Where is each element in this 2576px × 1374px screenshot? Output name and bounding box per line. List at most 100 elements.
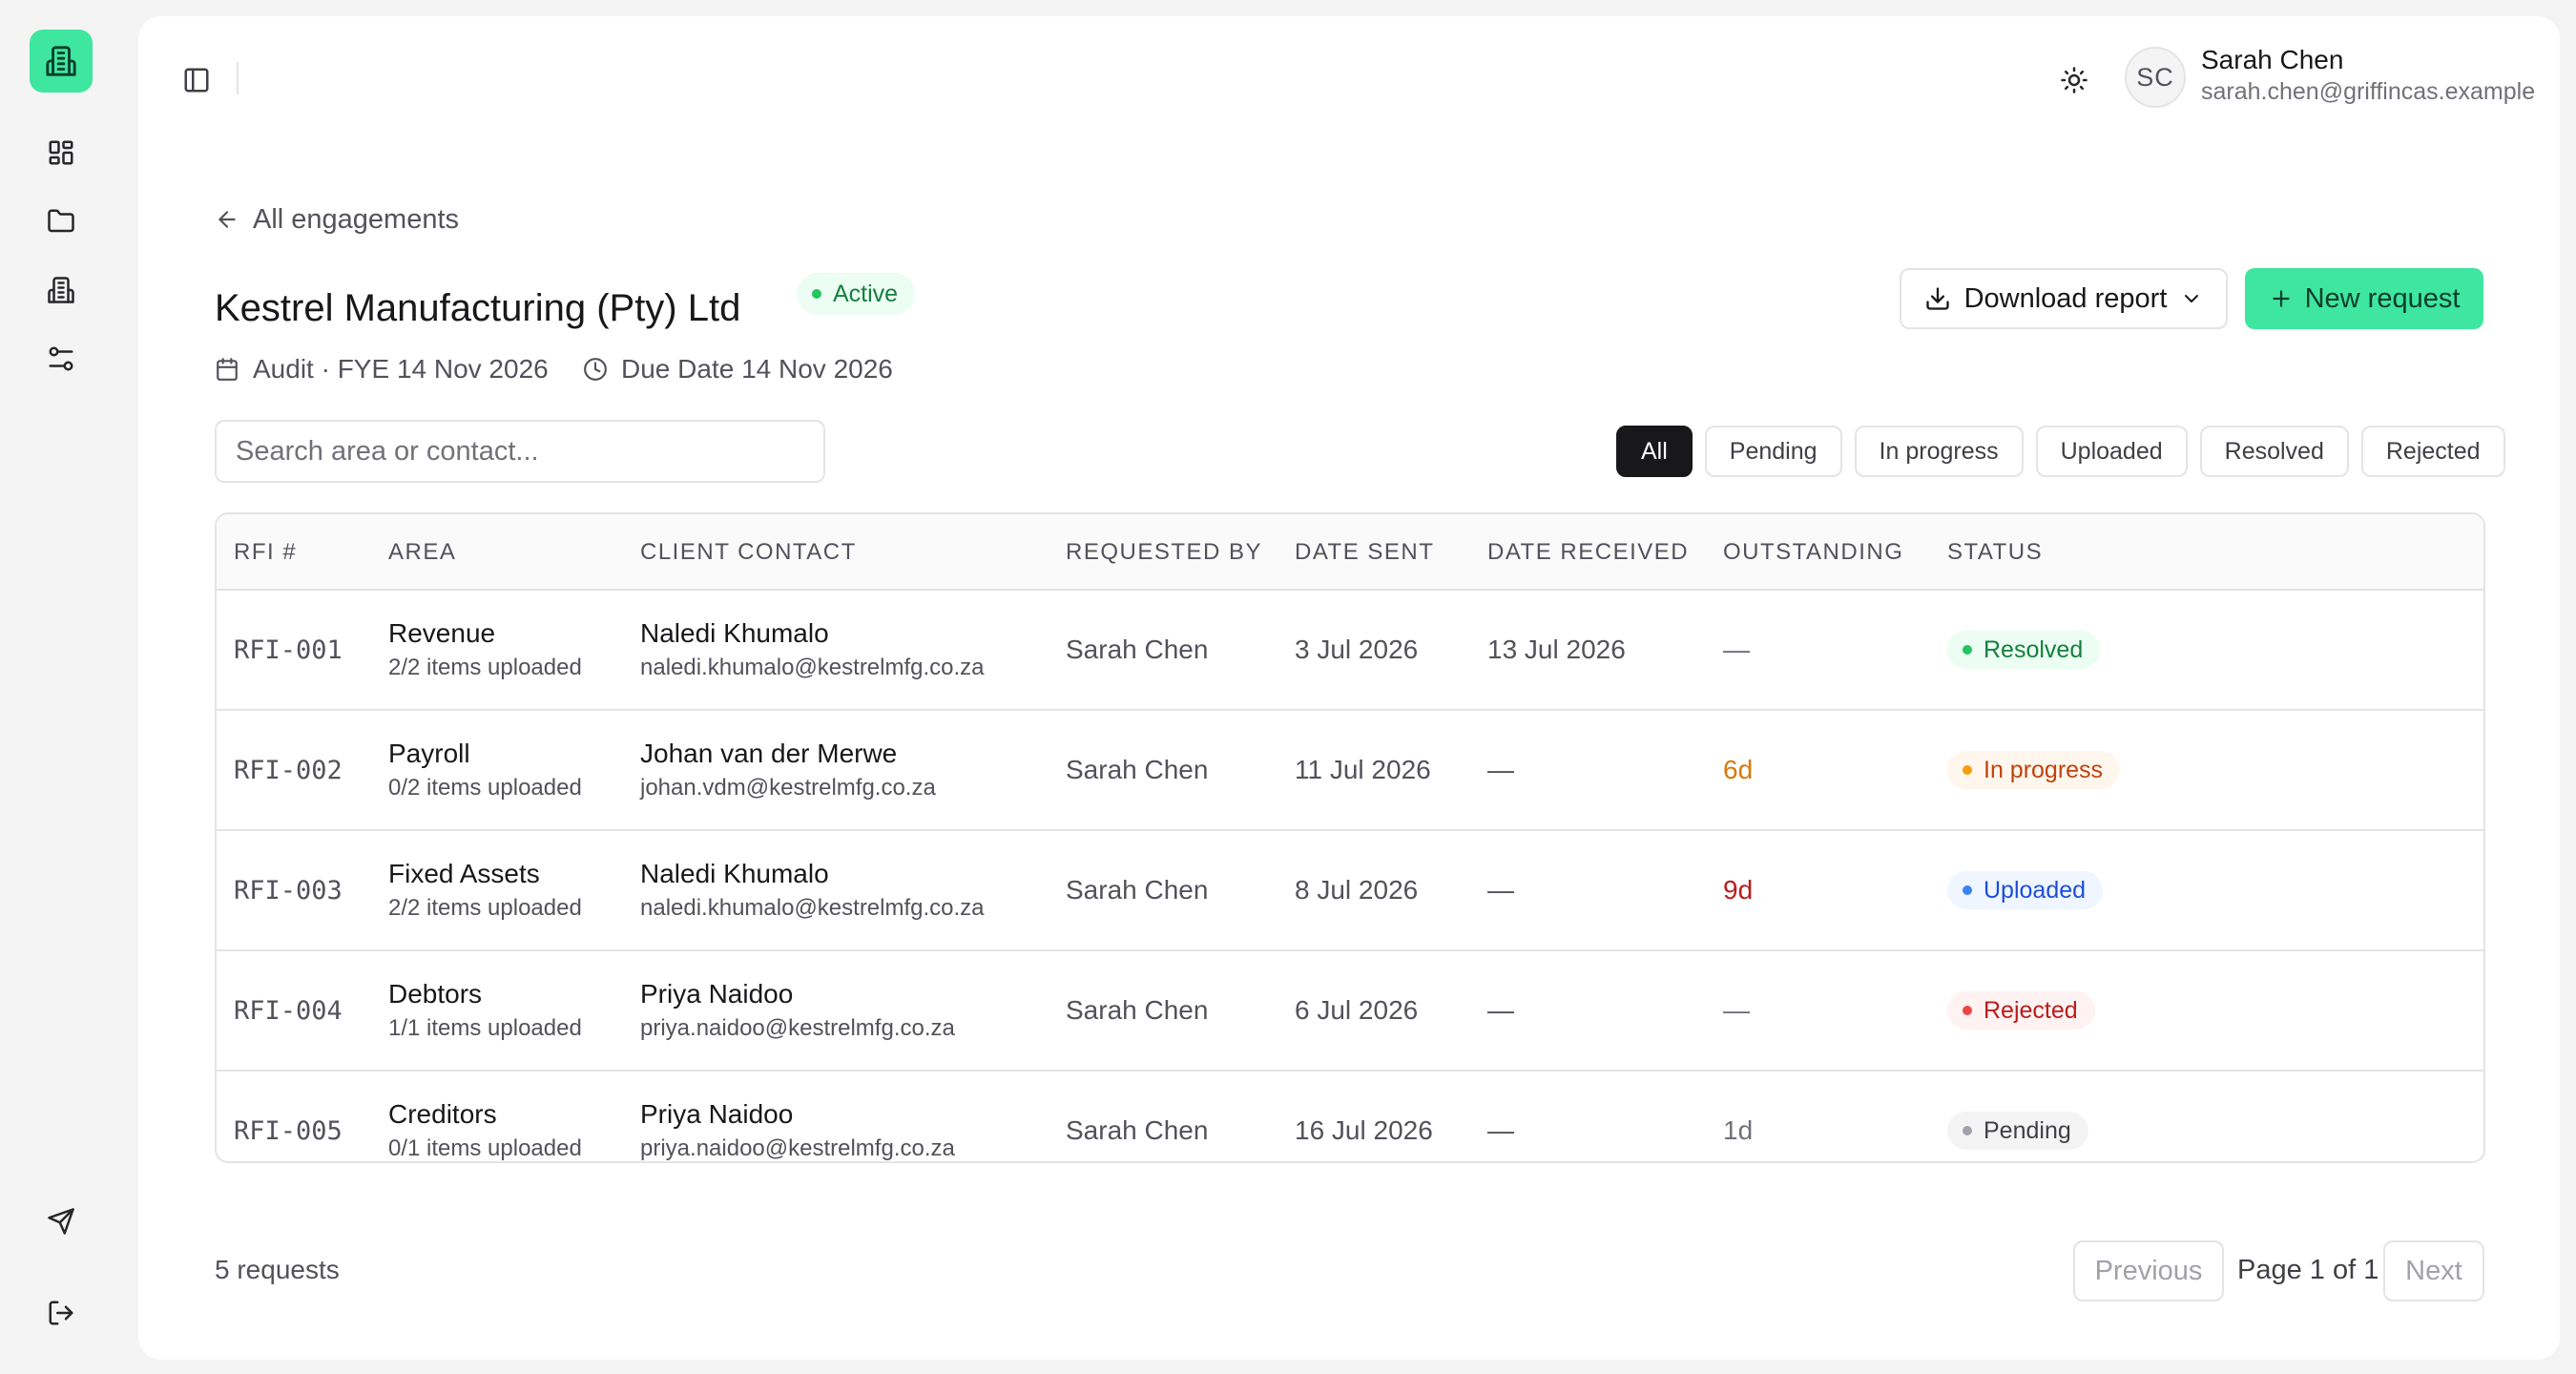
table-row[interactable]: RFI-004 Debtors 1/1 items uploaded Priya … [217,951,2483,1072]
search-input[interactable] [215,420,825,483]
col-status[interactable]: STATUS [1947,514,2043,591]
area-cell: Fixed Assets 2/2 items uploaded [388,831,582,949]
engagement-due-date: Due Date 14 Nov 2026 [583,354,893,385]
nav-settings[interactable] [36,334,86,384]
status-badge: Resolved [1947,631,2101,669]
app-logo[interactable] [30,30,93,93]
contact-name: Johan van der Merwe [640,739,898,768]
status-badge: Uploaded [1947,871,2104,909]
items-uploaded: 1/1 items uploaded [388,1015,582,1041]
date-received: — [1487,755,1514,784]
date-received: — [1487,995,1514,1025]
outstanding: 1d [1723,1115,1754,1145]
table-header: RFI # AREA CLIENT CONTACT REQUESTED BY D… [217,514,2483,591]
status-cell: Pending [1947,1072,2088,1161]
send-icon [48,1208,74,1235]
col-area[interactable]: AREA [388,514,456,591]
requested-by-cell: Sarah Chen [1066,1072,1208,1161]
requested-by-cell: Sarah Chen [1066,831,1208,949]
date-sent-cell: 8 Jul 2026 [1295,831,1418,949]
requested-by-cell: Sarah Chen [1066,591,1208,709]
filter-all[interactable]: All [1616,426,1693,477]
filter-in-progress[interactable]: In progress [1854,426,2024,477]
send-button[interactable] [36,1197,86,1246]
building-icon [46,46,76,76]
logout-icon [49,1301,73,1325]
contact-email: priya.naidoo@kestrelmfg.co.za [640,1135,955,1161]
table-row[interactable]: RFI-002 Payroll 0/2 items uploaded Johan … [217,711,2483,831]
nav-dashboard[interactable] [36,128,86,177]
date-sent-cell: 3 Jul 2026 [1295,591,1418,709]
sidebar-toggle-button[interactable] [175,58,218,102]
area-cell: Revenue 2/2 items uploaded [388,591,582,709]
contact-cell: Johan van der Merwe johan.vdm@kestrelmfg.… [640,711,936,829]
download-report-label: Download report [1963,282,2168,314]
theme-toggle-button[interactable] [2052,58,2096,102]
area-name: Creditors [388,1099,497,1129]
due-date-label: Due Date 14 Nov 2026 [621,354,893,384]
area-name: Revenue [388,618,496,648]
status-cell: Uploaded [1947,831,2104,949]
status-dot [1963,765,1972,775]
area-cell: Payroll 0/2 items uploaded [388,711,582,829]
col-client-contact[interactable]: CLIENT CONTACT [640,514,857,591]
rfi-id: RFI-003 [234,875,343,906]
contact-cell: Priya Naidoo priya.naidoo@kestrelmfg.co.z… [640,1072,955,1161]
status-badge-label: Active [833,280,899,307]
contact-name: Priya Naidoo [640,979,794,1009]
contact-cell: Naledi Khumalo naledi.khumalo@kestrelmfg.… [640,591,985,709]
date-sent: 11 Jul 2026 [1295,755,1431,784]
table-row[interactable]: RFI-005 Creditors 0/1 items uploaded Priy… [217,1072,2483,1161]
col-date-sent[interactable]: DATE SENT [1295,514,1434,591]
contact-email: johan.vdm@kestrelmfg.co.za [640,775,936,801]
status-label: Pending [1984,1116,2071,1144]
filter-pending[interactable]: Pending [1704,426,1842,477]
contact-cell: Priya Naidoo priya.naidoo@kestrelmfg.co.z… [640,951,955,1070]
outstanding-cell: 6d [1723,711,1753,829]
requested-by: Sarah Chen [1066,875,1209,905]
items-uploaded: 2/2 items uploaded [388,895,582,921]
topbar-divider [237,62,239,94]
request-count: 5 requests [215,1255,340,1284]
previous-page-button[interactable]: Previous [2073,1240,2224,1301]
sun-icon [2061,67,2088,94]
status-dot [1963,645,1972,655]
contact-name: Naledi Khumalo [640,618,829,648]
contact-cell: Naledi Khumalo naledi.khumalo@kestrelmfg.… [640,831,985,949]
col-rfi[interactable]: RFI # [234,514,297,591]
rfi-id-cell: RFI-005 [234,1072,343,1161]
logout-button[interactable] [36,1288,86,1338]
filter-uploaded[interactable]: Uploaded [2035,426,2188,477]
back-to-engagements-link[interactable]: All engagements [215,186,470,253]
col-outstanding[interactable]: OUTSTANDING [1723,514,1903,591]
filter-resolved[interactable]: Resolved [2199,426,2349,477]
new-request-button[interactable]: New request [2245,268,2483,329]
date-received-cell: — [1487,951,1514,1070]
plus-icon [2272,290,2290,307]
new-request-label: New request [2304,282,2461,314]
outstanding-cell: — [1723,591,1750,709]
status-badge: Pending [1947,1112,2088,1150]
user-email: sarah.chen@griffincas.example [2201,78,2536,105]
page-indicator: Page 1 of 1 [2237,1255,2379,1285]
outstanding-cell: — [1723,951,1750,1070]
table-row[interactable]: RFI-001 Revenue 2/2 items uploaded Naledi… [217,591,2483,711]
requested-by: Sarah Chen [1066,755,1209,784]
rfi-id-cell: RFI-002 [234,711,343,829]
contact-name: Priya Naidoo [640,1099,794,1129]
download-report-button[interactable]: Download report [1900,268,2228,329]
nav-clients[interactable] [36,265,86,315]
date-sent: 3 Jul 2026 [1295,635,1419,664]
items-uploaded: 0/1 items uploaded [388,1135,582,1161]
filter-rejected[interactable]: Rejected [2360,426,2505,477]
table-row[interactable]: RFI-003 Fixed Assets 2/2 items uploaded N… [217,831,2483,951]
status-dot [1963,1126,1972,1135]
requested-by-cell: Sarah Chen [1066,951,1208,1070]
outstanding: — [1723,635,1750,664]
nav-folders[interactable] [36,197,86,246]
status-cell: Rejected [1947,951,2095,1070]
next-page-button[interactable]: Next [2383,1240,2484,1301]
avatar[interactable]: SC [2125,47,2186,108]
col-requested-by[interactable]: REQUESTED BY [1066,514,1262,591]
col-date-received[interactable]: DATE RECEIVED [1487,514,1689,591]
